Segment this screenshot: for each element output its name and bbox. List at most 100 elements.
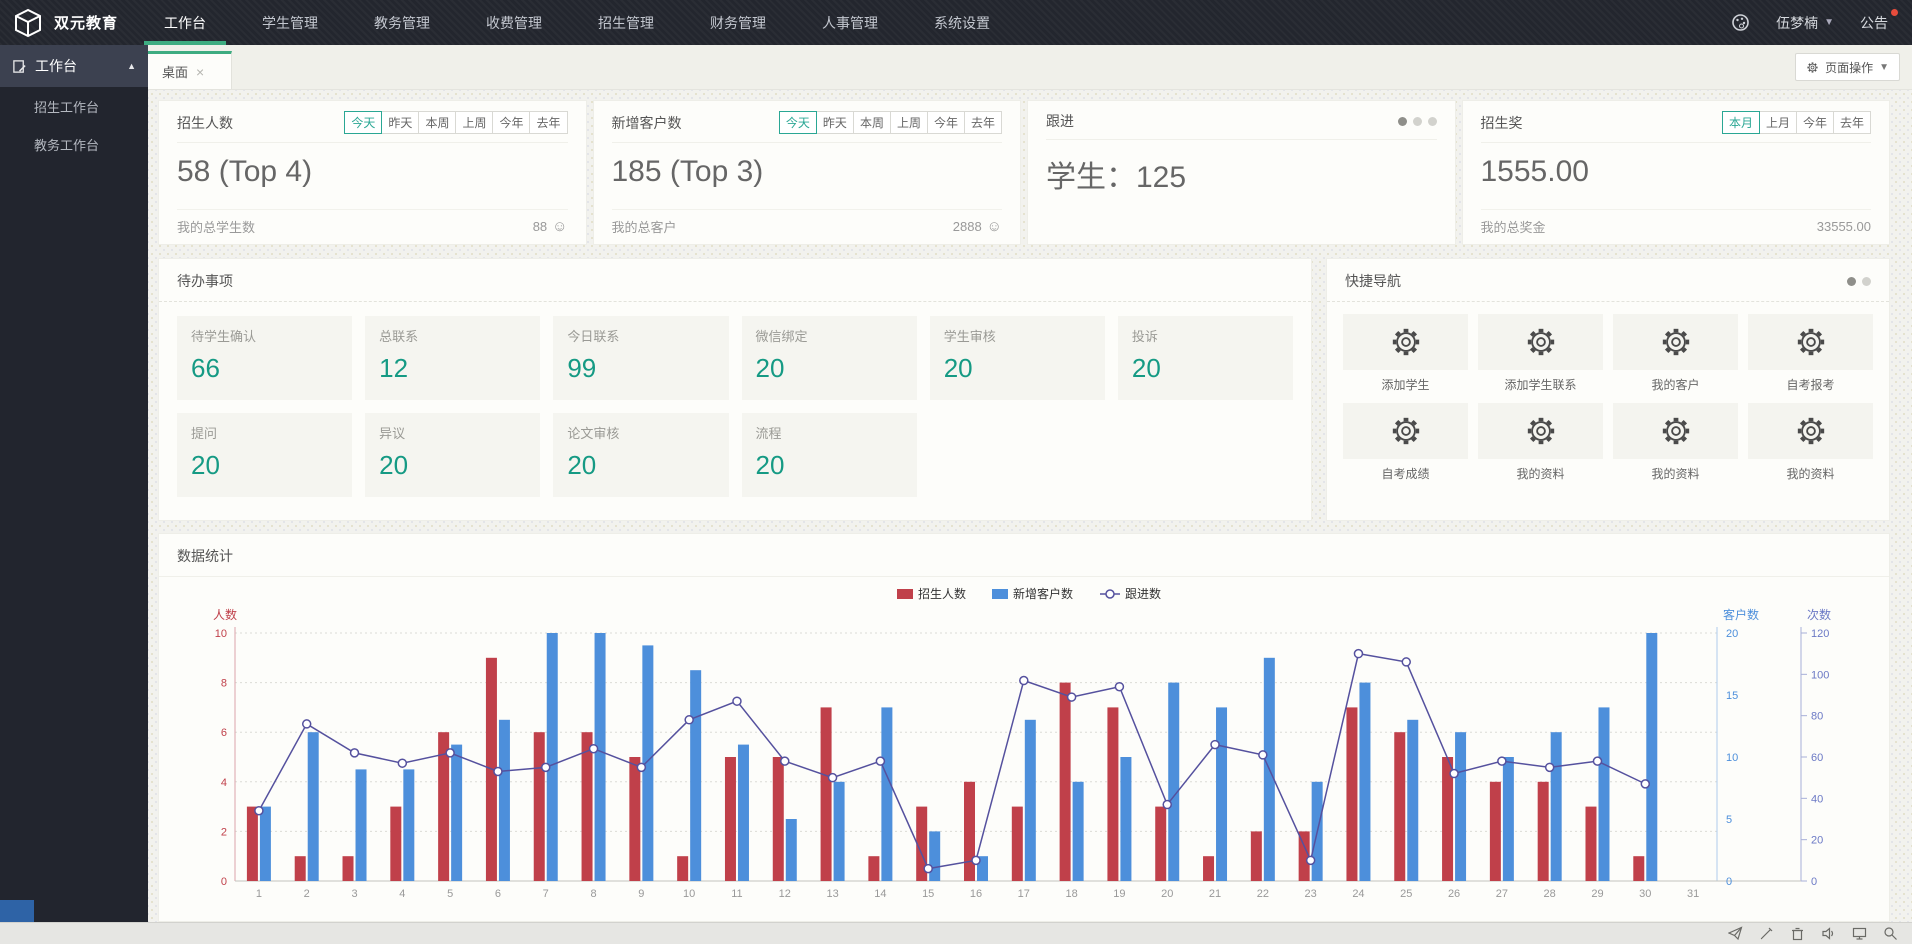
todo-item-4[interactable]: 学生审核20 [930,316,1105,400]
svg-text:120: 120 [1811,628,1829,640]
todo-value: 99 [567,353,714,384]
quick-nav-item-1[interactable]: 添加学生联系 [1478,314,1603,393]
notice-button[interactable]: 公告 [1860,13,1896,33]
desktop-content: 招生人数 今天昨天本周上周今年去年 58 (Top 4) 我的总学生数 88 ☺… [148,90,1912,922]
filter-button-今天[interactable]: 今天 [344,111,382,134]
todo-item-6[interactable]: 提问20 [177,413,352,497]
nav-item-1[interactable]: 学生管理 [242,0,338,45]
stats-chart[interactable]: 024681005101520020406080100120人数客户数次数123… [177,581,1873,911]
svg-text:27: 27 [1496,888,1508,900]
svg-text:100: 100 [1811,669,1829,681]
svg-text:20: 20 [1726,628,1738,640]
stat-card-0: 招生人数 今天昨天本周上周今年去年 58 (Top 4) 我的总学生数 88 ☺ [158,100,587,245]
card-footer: 我的总客户 2888 ☺ [612,209,1003,236]
filter-button-去年[interactable]: 去年 [529,111,567,134]
nav-item-4[interactable]: 招生管理 [578,0,674,45]
quick-nav-label: 添加学生联系 [1478,376,1603,393]
theme-palette-icon[interactable] [1731,13,1750,32]
gear-icon [1389,325,1423,359]
quick-nav-item-3[interactable]: 自考报考 [1748,314,1873,393]
quick-nav-label: 自考成绩 [1343,465,1468,482]
edit-icon[interactable] [1759,926,1774,941]
todo-item-2[interactable]: 今日联系 99 [553,316,728,400]
chevron-down-icon: ▼ [1824,17,1834,28]
card-footer-label: 我的总奖金 [1481,217,1546,236]
quick-nav-item-2[interactable]: 我的客户 [1613,314,1738,393]
svg-text:18: 18 [1065,888,1077,900]
todo-value: 20 [756,450,903,481]
sidebar-item-0[interactable]: 招生工作台 [0,87,148,125]
filter-button-今年[interactable]: 今年 [927,111,965,134]
nav-item-3[interactable]: 收费管理 [466,0,562,45]
quick-nav-item-0[interactable]: 添加学生 [1343,314,1468,393]
notification-dot [1891,9,1898,16]
carousel-dot-0[interactable] [1847,277,1856,286]
chevron-down-icon: ▼ [1879,62,1889,73]
svg-text:21: 21 [1209,888,1221,900]
todo-item-7[interactable]: 异议20 [365,413,540,497]
todo-item-5[interactable]: 投诉20 [1118,316,1293,400]
carousel-dot-1[interactable] [1862,277,1871,286]
nav-item-7[interactable]: 系统设置 [914,0,1010,45]
filter-button-本月[interactable]: 本月 [1722,111,1760,134]
nav-item-6[interactable]: 人事管理 [802,0,898,45]
svg-text:4: 4 [399,888,405,900]
nav-item-2[interactable]: 教务管理 [354,0,450,45]
filter-button-今天[interactable]: 今天 [779,111,817,134]
tab-desktop[interactable]: 桌面 × [148,51,232,89]
filter-button-去年[interactable]: 去年 [964,111,1002,134]
svg-text:20: 20 [1811,835,1823,847]
filter-button-上月[interactable]: 上月 [1759,111,1797,134]
quick-nav-item-7[interactable]: 我的资料 [1748,403,1873,482]
user-name: 伍梦楠 [1776,13,1818,33]
filter-button-去年[interactable]: 去年 [1833,111,1871,134]
todo-value: 66 [191,353,338,384]
todo-value: 20 [944,353,1091,384]
quick-nav-label: 我的客户 [1613,376,1738,393]
todo-item-8[interactable]: 论文审核20 [553,413,728,497]
filter-button-昨天[interactable]: 昨天 [381,111,419,134]
quick-nav-label: 自考报考 [1748,376,1873,393]
filter-button-上周[interactable]: 上周 [890,111,928,134]
filter-button-今年[interactable]: 今年 [1796,111,1834,134]
filter-button-本周[interactable]: 本周 [418,111,456,134]
carousel-dot-0[interactable] [1398,117,1407,126]
sidebar-item-1[interactable]: 教务工作台 [0,125,148,163]
quick-nav-item-4[interactable]: 自考成绩 [1343,403,1468,482]
filter-button-上周[interactable]: 上周 [455,111,493,134]
todo-item-1[interactable]: 总联系12 [365,316,540,400]
zoom-icon[interactable] [1883,926,1898,941]
svg-text:2: 2 [221,826,227,838]
filter-button-今年[interactable]: 今年 [492,111,530,134]
speaker-icon[interactable] [1821,926,1836,941]
carousel-dot-1[interactable] [1413,117,1422,126]
page-actions-button[interactable]: 页面操作 ▼ [1795,53,1900,81]
card-footer-value: 88 [533,219,547,234]
todo-item-0[interactable]: 待学生确认66 [177,316,352,400]
svg-text:13: 13 [826,888,838,900]
quick-nav-item-5[interactable]: 我的资料 [1478,403,1603,482]
todo-label: 异议 [379,423,526,442]
close-icon[interactable]: × [196,64,204,80]
user-menu[interactable]: 伍梦楠 ▼ [1776,13,1834,33]
svg-text:招生人数: 招生人数 [918,586,966,601]
quick-nav-item-6[interactable]: 我的资料 [1613,403,1738,482]
svg-text:6: 6 [495,888,501,900]
todo-item-3[interactable]: 微信绑定20 [742,316,917,400]
paper-plane-icon[interactable] [1728,926,1743,941]
todo-item-9[interactable]: 流程20 [742,413,917,497]
monitor-icon[interactable] [1852,926,1867,941]
carousel-dot-2[interactable] [1428,117,1437,126]
nav-item-5[interactable]: 财务管理 [690,0,786,45]
stats-panel-title: 数据统计 [177,546,233,566]
sidebar-collapse-button[interactable] [0,900,34,922]
filter-button-昨天[interactable]: 昨天 [816,111,854,134]
svg-text:30: 30 [1639,888,1651,900]
nav-item-0[interactable]: 工作台 [144,0,226,45]
card-footer: 我的总学生数 88 ☺ [177,209,568,236]
status-bar [0,922,1912,944]
todo-label: 今日联系 [567,326,714,345]
trash-icon[interactable] [1790,926,1805,941]
filter-button-本周[interactable]: 本周 [853,111,891,134]
sidebar-group-workbench[interactable]: 工作台 ▲ [0,45,148,87]
